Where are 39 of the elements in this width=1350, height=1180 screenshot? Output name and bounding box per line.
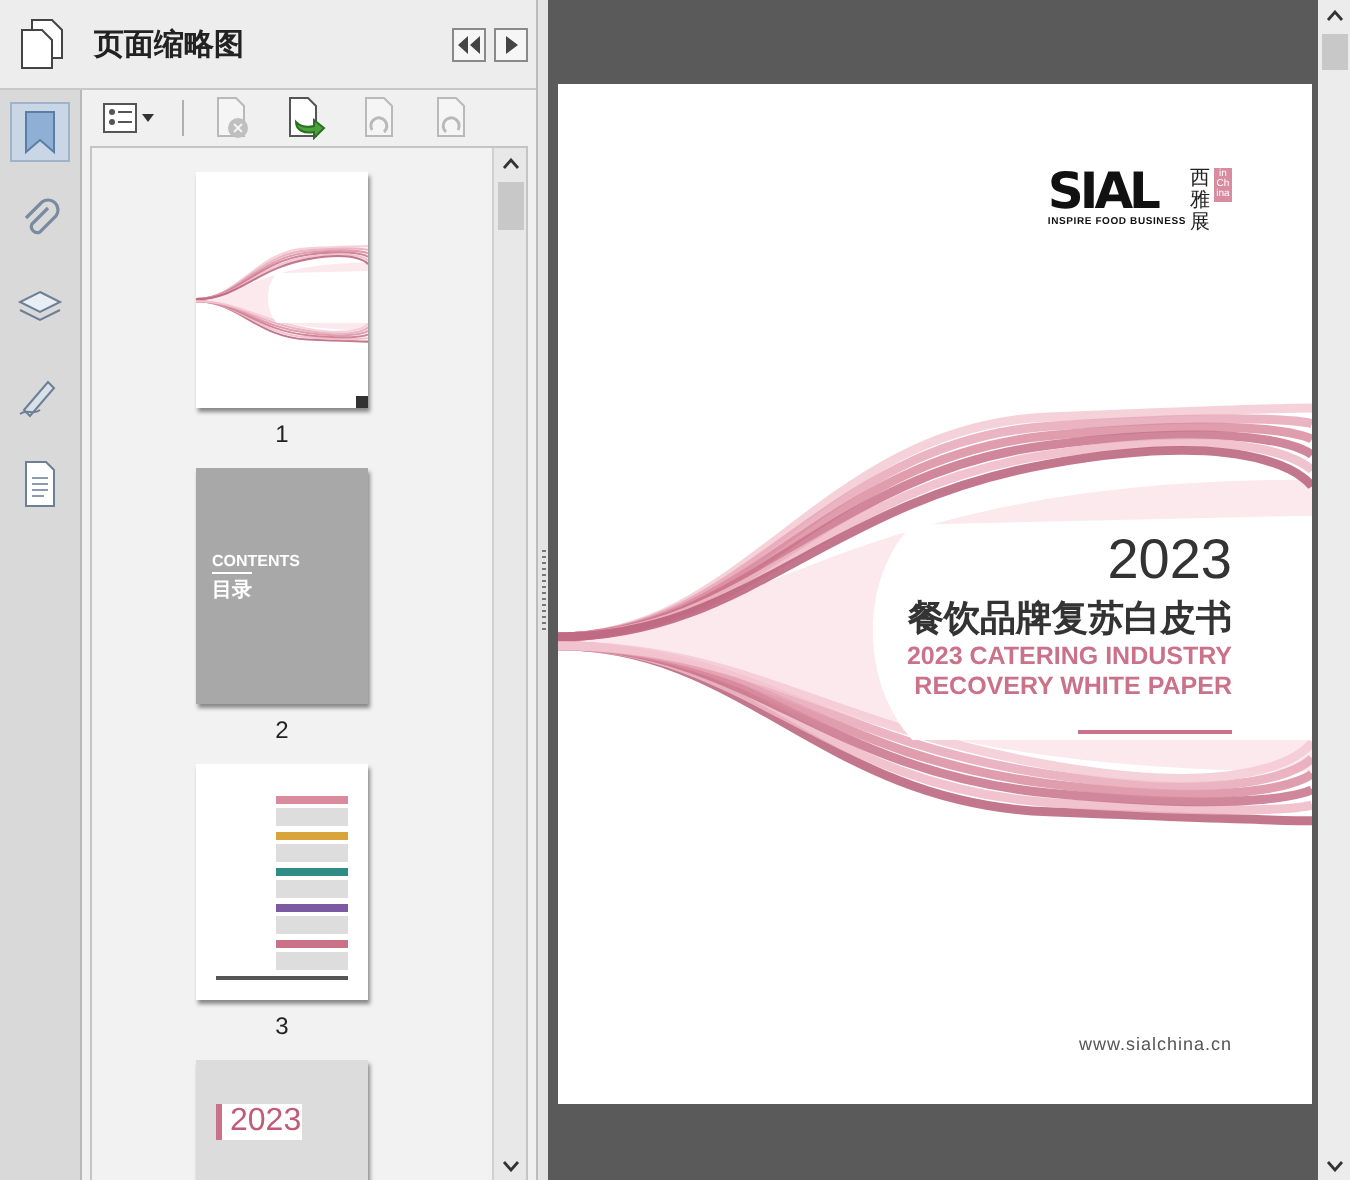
delete-page-icon [212, 96, 252, 140]
logo-chinese: 西雅展 [1190, 168, 1210, 234]
page-number: 3 [275, 1012, 289, 1040]
scroll-thumb[interactable] [497, 182, 524, 230]
insert-page-icon [284, 96, 328, 140]
scroll-up-icon[interactable] [1325, 9, 1343, 21]
document-year: 2023 [1107, 530, 1232, 590]
document-subtitle: 2023 CATERING INDUSTRY [906, 642, 1232, 672]
expand-button[interactable] [494, 27, 529, 61]
scroll-up-icon[interactable] [501, 157, 520, 169]
page-thumbnail[interactable] [196, 172, 368, 408]
collapse-button[interactable] [452, 27, 487, 61]
list-icon [102, 102, 138, 134]
sidebar-tab[interactable] [10, 102, 70, 162]
thumbnail-subheading: 目录 [212, 572, 252, 604]
bookmark-icon [22, 108, 58, 156]
page-thumbnail[interactable] [196, 764, 368, 1000]
scrollbar[interactable] [492, 148, 527, 1180]
scrollbar[interactable] [1318, 0, 1350, 1180]
double-left-arrow-icon [458, 35, 481, 53]
thumbnail-heading: CONTENTS [212, 552, 300, 570]
page-thumbnail[interactable]: CONTENTS 目录 [196, 468, 368, 704]
page-thumbnail[interactable]: 2023 [196, 1060, 368, 1180]
website-url: www.sialchina.cn [1078, 1034, 1232, 1054]
current-page-marker [356, 396, 368, 408]
right-arrow-icon [505, 35, 518, 53]
page-number: 2 [275, 716, 289, 744]
document-icon [22, 460, 58, 508]
document-subtitle: RECOVERY WHITE PAPER [914, 672, 1232, 702]
logo-brand: SIAL [1047, 168, 1157, 216]
scroll-down-icon[interactable] [1325, 1159, 1343, 1171]
thumbnail-year: 2023 [216, 1104, 302, 1140]
scroll-down-icon[interactable] [501, 1159, 520, 1171]
panel-title: 页面缩略图 [91, 25, 246, 63]
document-title: 餐饮品牌复苏白皮书 [908, 596, 1232, 642]
pages-icon[interactable] [17, 18, 65, 70]
caret-icon [142, 114, 154, 122]
scroll-thumb[interactable] [1321, 34, 1347, 70]
page-number: 1 [275, 420, 289, 448]
